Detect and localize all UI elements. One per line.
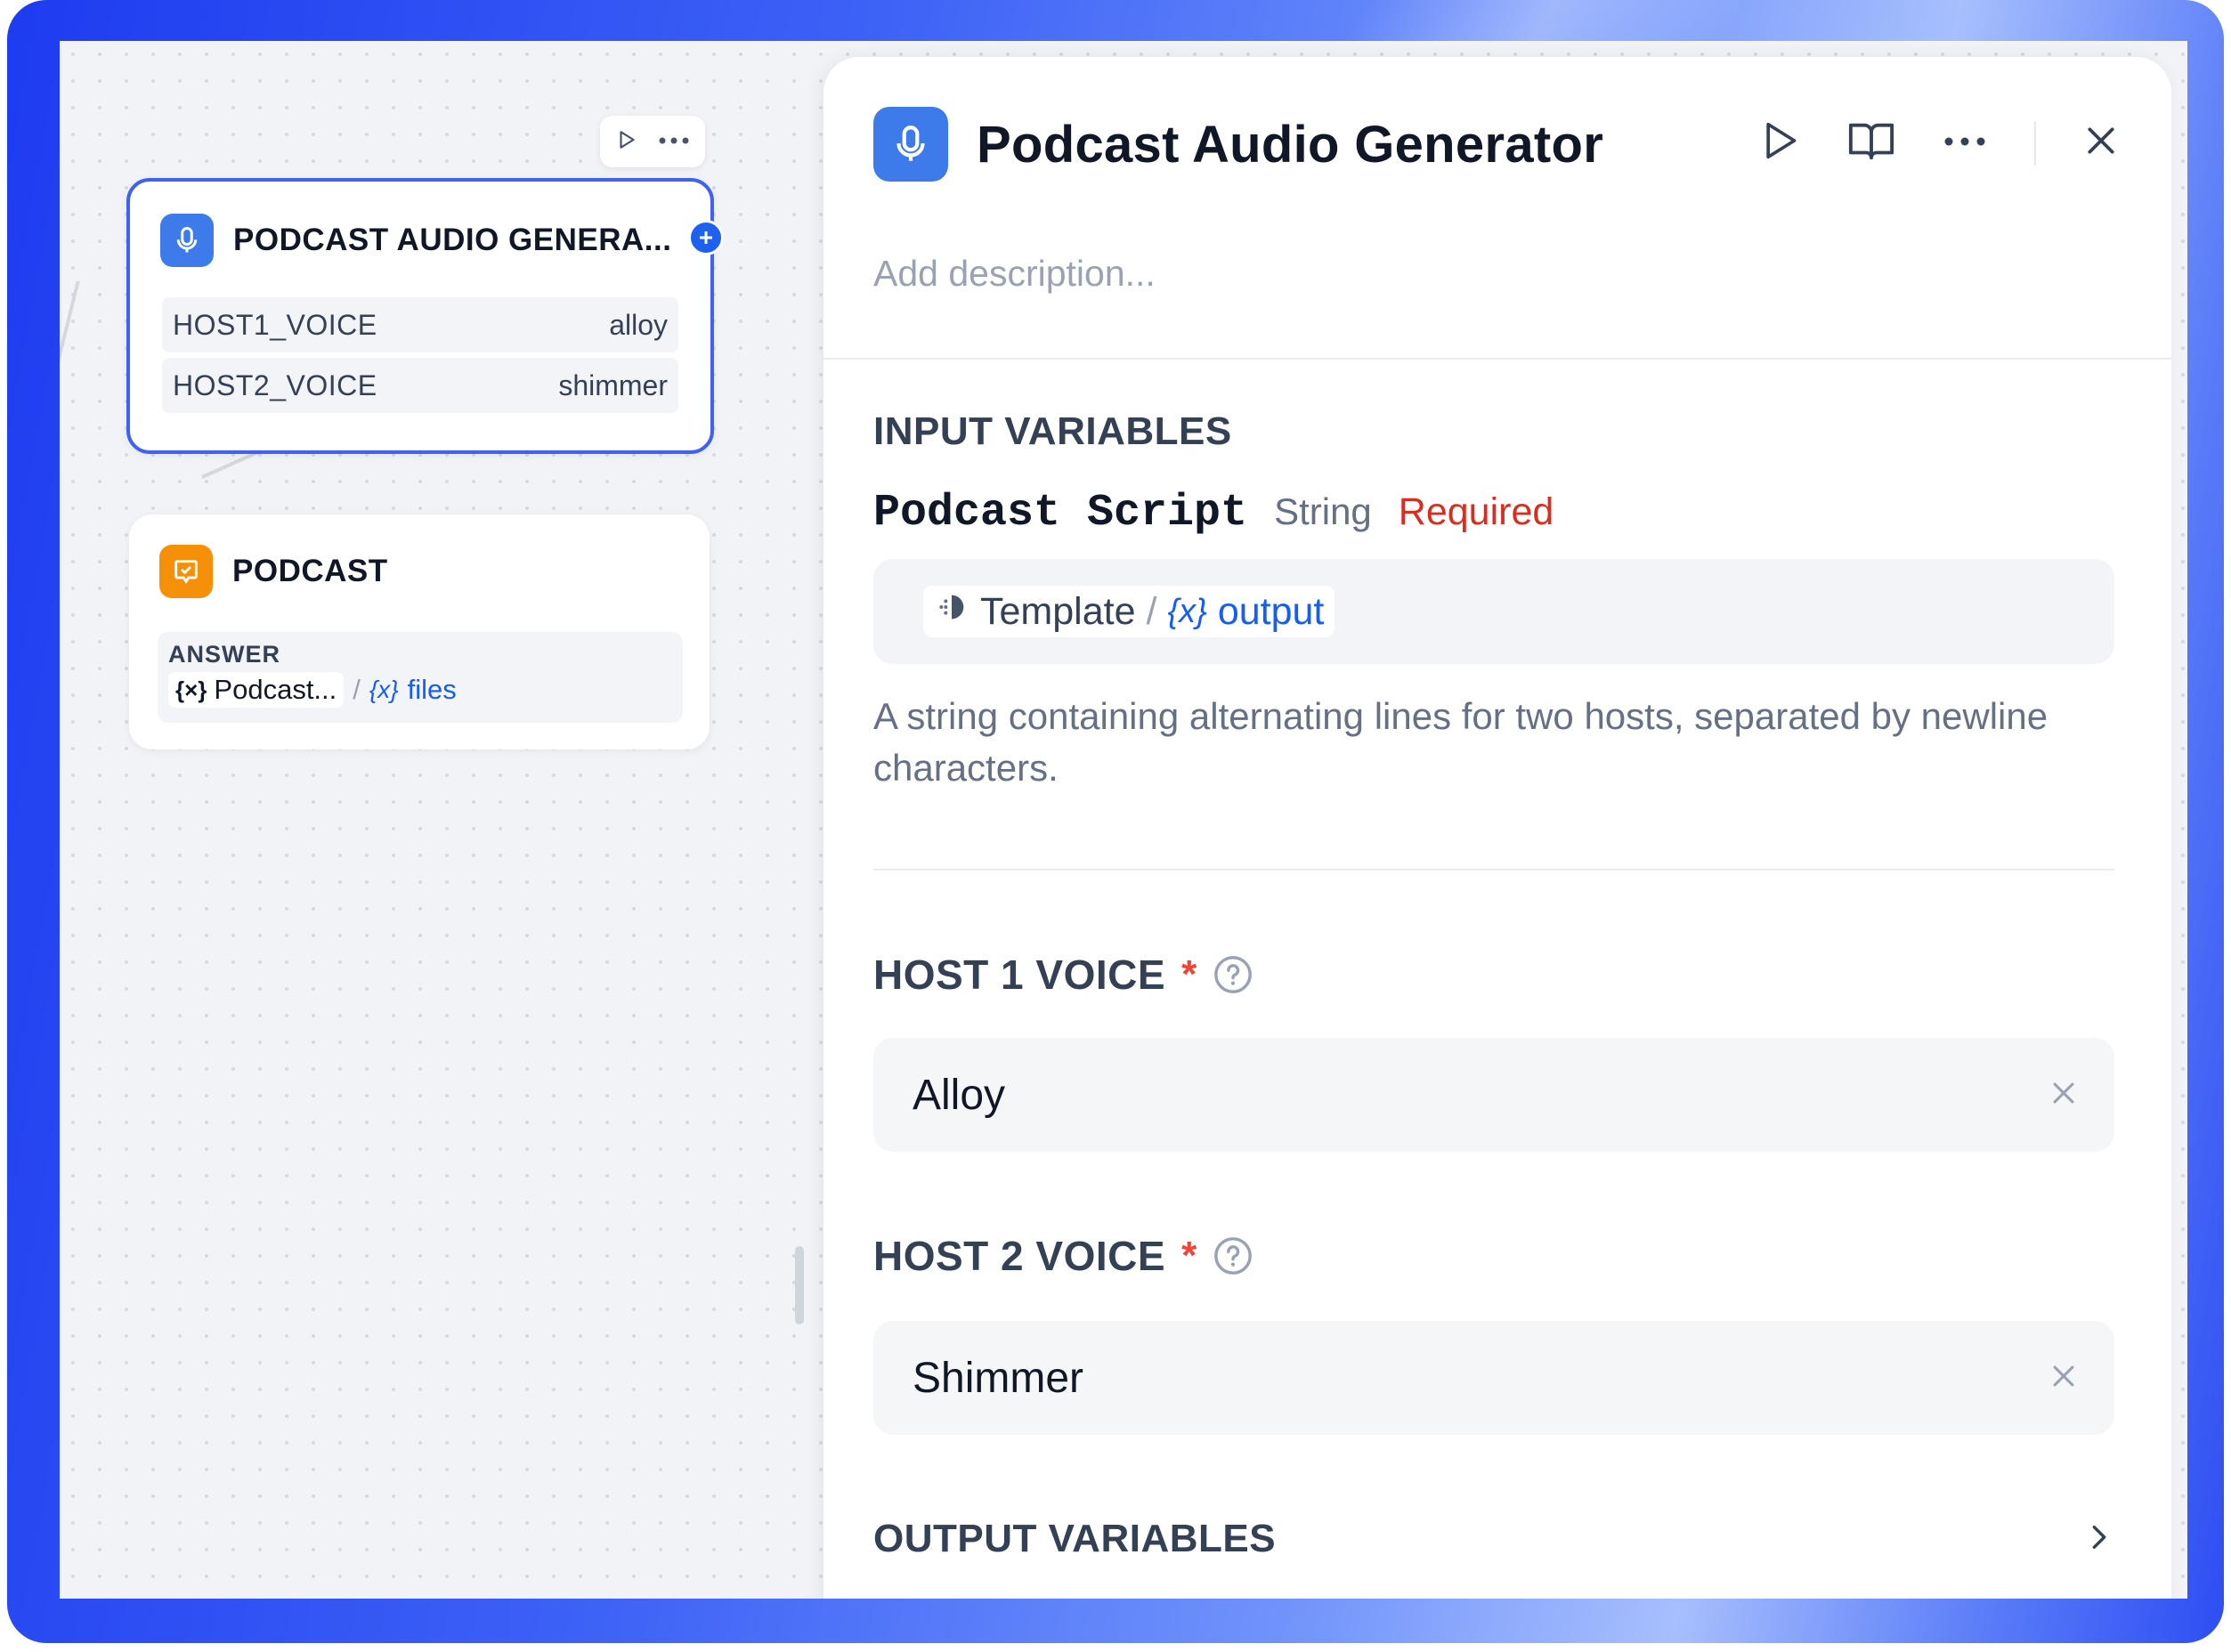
panel-title[interactable]: Podcast Audio Generator (977, 115, 1603, 174)
workflow-screen: PODCAST AUDIO GENERA... HOST1_VOICE allo… (60, 41, 2187, 1599)
answer-reference: {×} Podcast... / {x} files (168, 672, 672, 708)
clear-icon[interactable] (2048, 1078, 2079, 1113)
answer-label: ANSWER (168, 641, 280, 668)
run-node-icon[interactable] (615, 128, 638, 156)
divider (823, 358, 2171, 360)
required-mark: * (1181, 1234, 1197, 1277)
chevron-right-icon (2084, 1519, 2114, 1559)
node-podcast-audio-generator[interactable]: PODCAST AUDIO GENERA... HOST1_VOICE allo… (126, 178, 714, 454)
edge-line (60, 281, 80, 415)
help-icon[interactable] (1213, 954, 1253, 995)
selected-value: Shimmer (913, 1354, 1084, 1402)
node-settings-panel: Podcast Audio Generator Add description.… (823, 57, 2171, 1599)
path-separator: / (353, 674, 361, 705)
template-variable-name: output (1217, 589, 1325, 633)
selected-value: Alloy (913, 1071, 1006, 1119)
field-label-text: HOST 2 VOICE (873, 1233, 1166, 1279)
more-icon[interactable] (658, 134, 690, 150)
variable-key: HOST1_VOICE (173, 308, 377, 341)
microphone-icon (873, 107, 948, 182)
answer-box: ANSWER {×} Podcast... / {x} files (158, 632, 683, 723)
source-node-name: Podcast... (214, 674, 337, 705)
template-node-name: Template (980, 589, 1136, 633)
node-variable-row: HOST1_VOICE alloy (162, 297, 678, 352)
node-toolbar (600, 116, 705, 167)
panel-resize-handle[interactable] (795, 1246, 804, 1324)
panel-header: Podcast Audio Generator (873, 107, 1603, 182)
panel-actions (1760, 119, 2118, 166)
variable-reference-input[interactable]: Template / {x} output (873, 559, 2114, 664)
variable-reference-chip[interactable]: Template / {x} output (923, 586, 1335, 637)
variable-icon: {x} (1167, 592, 1207, 630)
variable-value: alloy (609, 308, 668, 341)
template-node-icon (934, 589, 969, 635)
clear-icon[interactable] (2048, 1361, 2079, 1396)
input-variable-definition: Podcast Script String Required (873, 488, 1554, 539)
host1-voice-select[interactable]: Alloy (873, 1038, 2114, 1152)
more-icon[interactable] (1943, 135, 1986, 151)
variable-type: String (1274, 490, 1372, 532)
variable-help-text: A string containing alternating lines fo… (873, 695, 2048, 789)
input-variables-title: INPUT VARIABLES (873, 409, 1232, 453)
docs-book-icon[interactable] (1847, 119, 1895, 166)
field-label-text: HOST 1 VOICE (873, 952, 1166, 998)
close-icon[interactable] (2084, 124, 2118, 162)
answer-icon (159, 545, 213, 598)
add-node-button[interactable] (688, 220, 724, 255)
variable-key: HOST2_VOICE (173, 368, 377, 401)
host2-voice-select[interactable]: Shimmer (873, 1321, 2114, 1435)
variable-value: shimmer (558, 368, 668, 401)
host2-voice-label: HOST 2 VOICE * (873, 1232, 1253, 1280)
required-label: Required (1398, 490, 1554, 533)
variable-icon: {×} (175, 676, 207, 703)
host1-voice-label: HOST 1 VOICE * (873, 951, 1253, 999)
node-podcast-answer[interactable]: PODCAST ANSWER {×} Podcast... / {x} file… (129, 514, 710, 749)
variable-icon: {x} (369, 676, 399, 703)
required-mark: * (1181, 952, 1197, 996)
run-icon[interactable] (1760, 119, 1799, 166)
node-title: PODCAST (232, 554, 388, 588)
description-input[interactable]: Add description... (873, 253, 1156, 295)
source-node-chip: {×} Podcast... (168, 672, 345, 708)
source-variable-name: files (407, 674, 457, 705)
path-separator: / (1146, 589, 1157, 633)
plus-icon (700, 231, 712, 244)
divider (2034, 120, 2036, 166)
variable-name: Podcast Script (873, 488, 1248, 539)
node-header: PODCAST (159, 545, 388, 598)
node-variable-row: HOST2_VOICE shimmer (162, 358, 678, 413)
output-variables-toggle[interactable]: OUTPUT VARIABLES (873, 1517, 2114, 1561)
node-header: PODCAST AUDIO GENERA... (160, 214, 671, 267)
microphone-icon (160, 214, 214, 267)
window-frame: PODCAST AUDIO GENERA... HOST1_VOICE allo… (7, 0, 2224, 1643)
divider (873, 869, 2114, 871)
output-variables-title: OUTPUT VARIABLES (873, 1517, 1277, 1560)
node-title: PODCAST AUDIO GENERA... (233, 223, 672, 257)
help-icon[interactable] (1213, 1235, 1253, 1276)
